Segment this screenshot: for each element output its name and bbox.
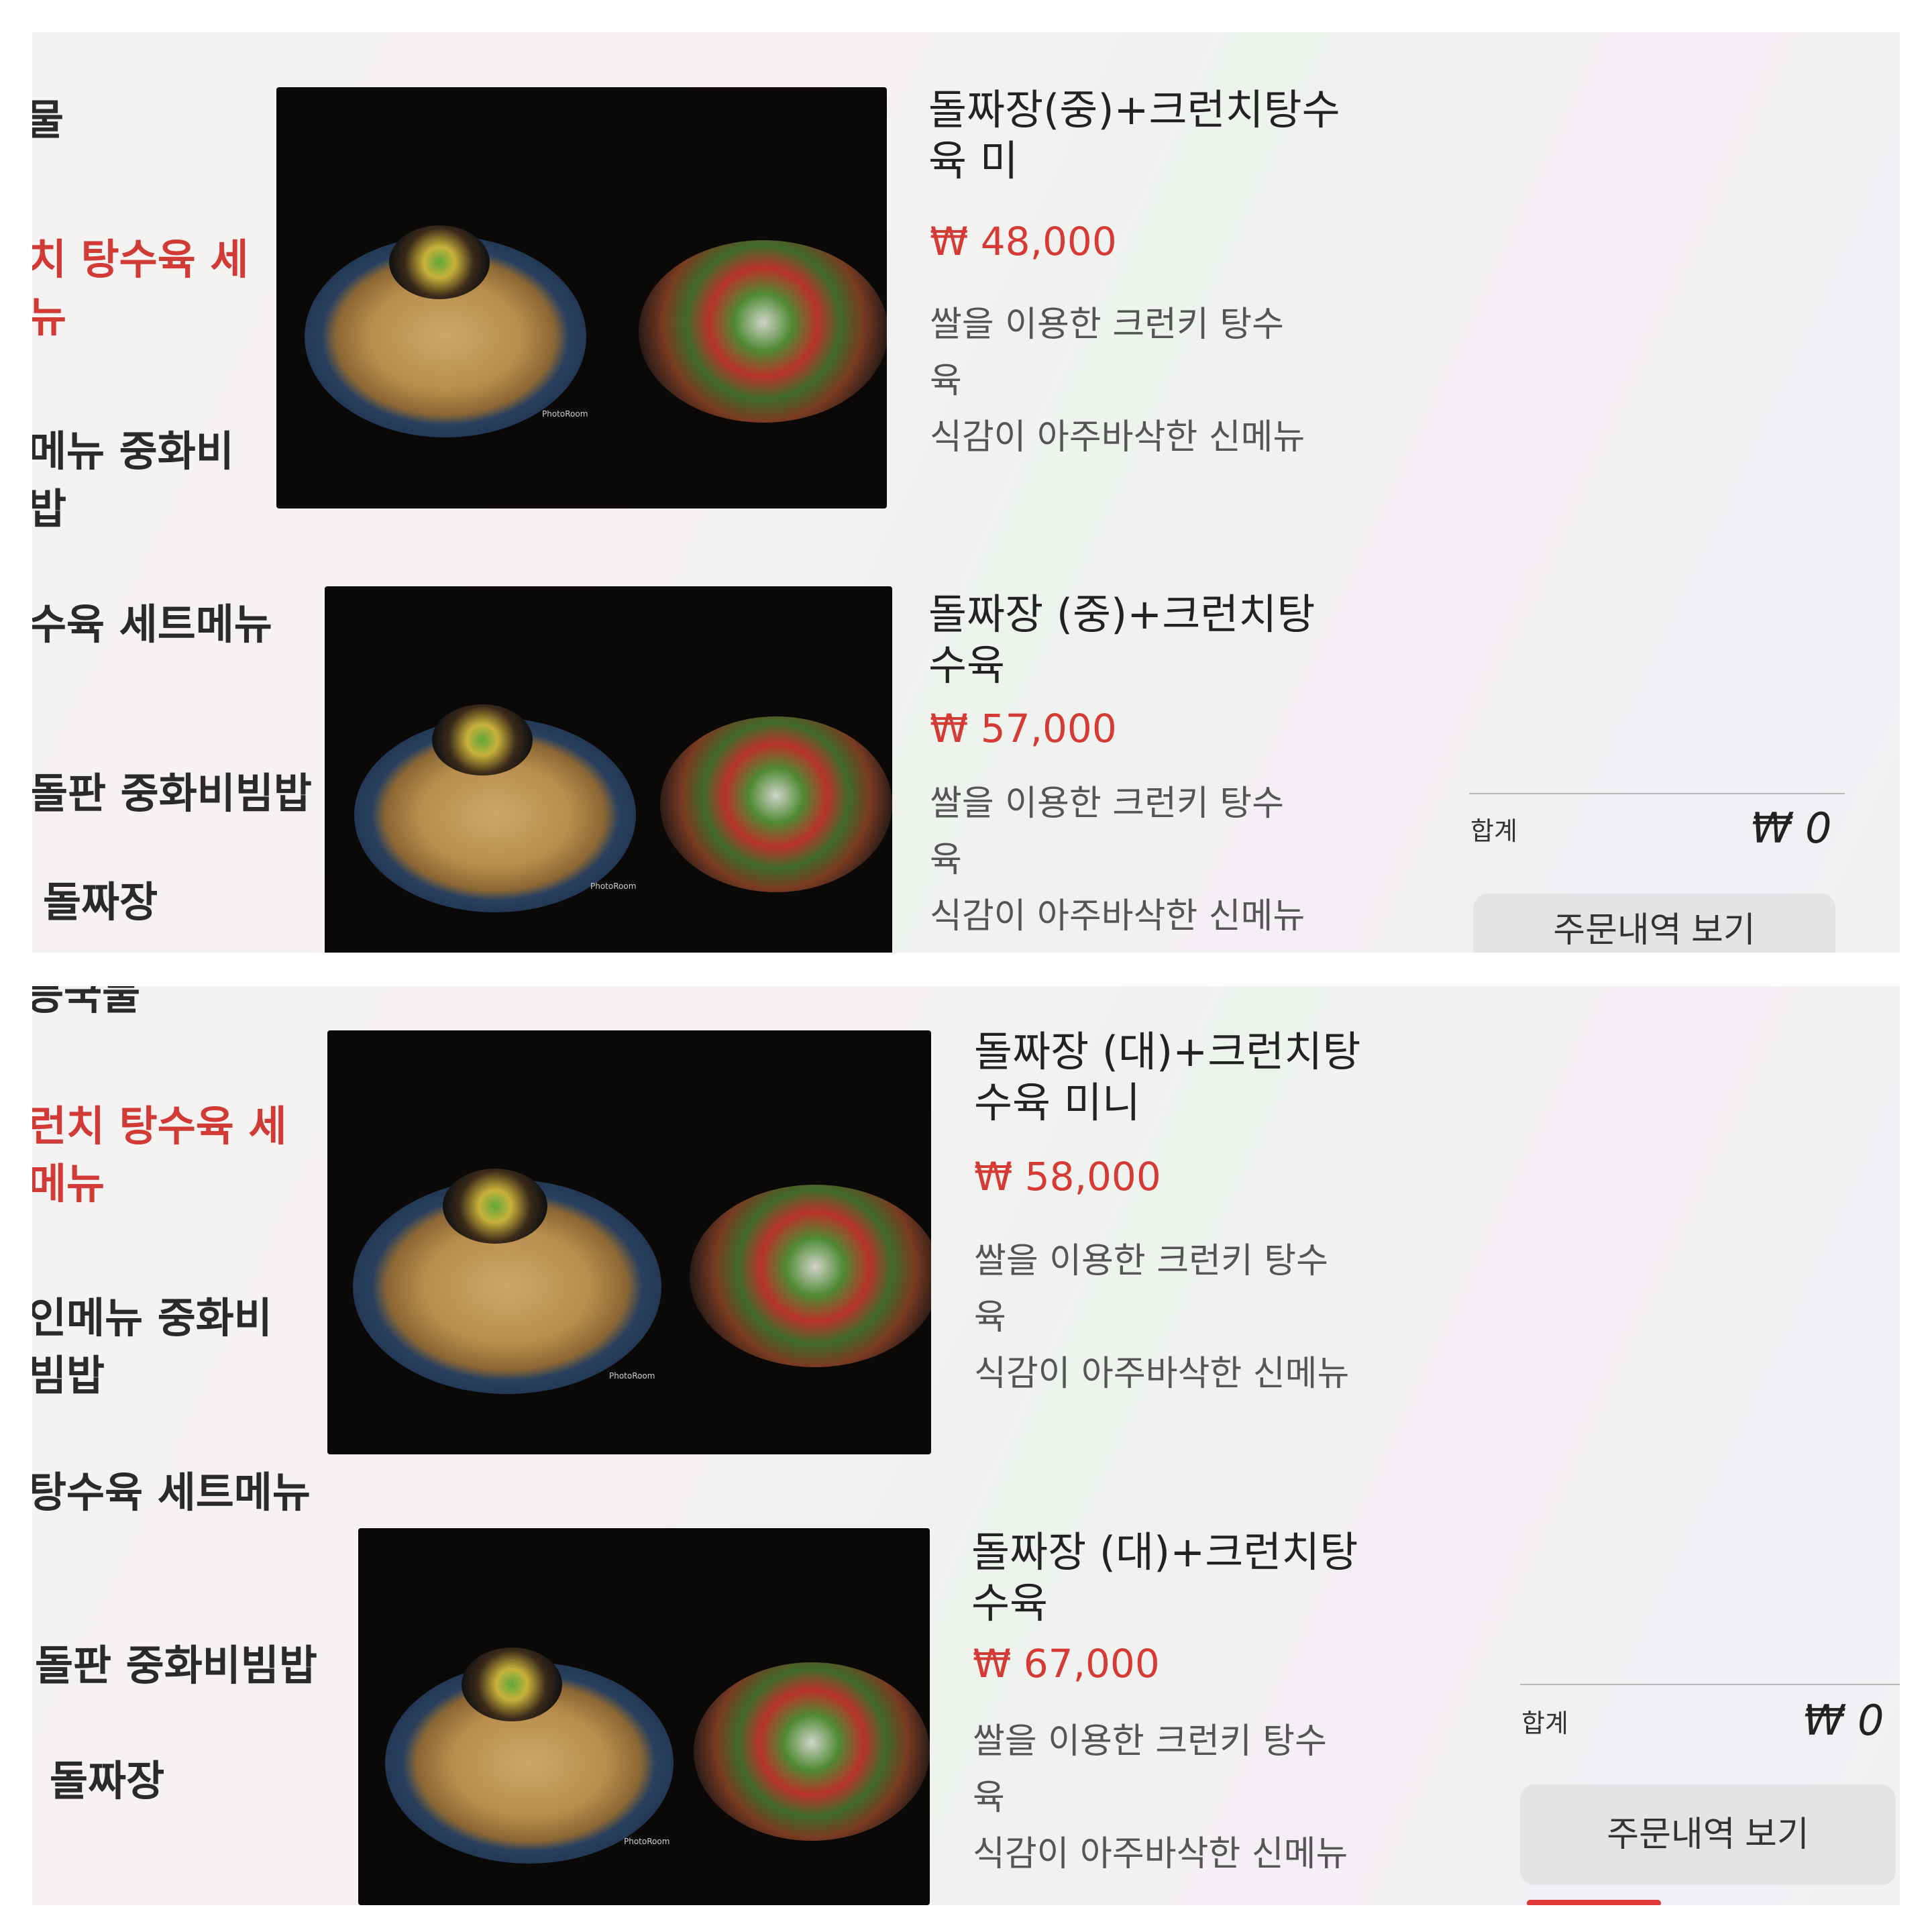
menu-item-name: 돌짜장 (중)+크런치탕 수육 [928, 590, 1316, 690]
menu-item-description: 쌀을 이용한 크런키 탕수 육 식감이 아주바삭한 신메뉴 [973, 1721, 1348, 1874]
jjajang-plate [660, 716, 892, 892]
jjajang-plate [690, 1185, 931, 1367]
menu-item-price: ₩ 58,000 [974, 1154, 1161, 1199]
summary-divider [1469, 793, 1845, 794]
image-watermark: PhotoRoom [609, 1371, 655, 1381]
category-item[interactable]: 돌판 중화비빔밥 [32, 765, 312, 822]
total-label: 합계 [1521, 1709, 1568, 1738]
jjajang-plate [639, 240, 887, 423]
category-item[interactable]: 탕수육 세트메뉴 [32, 1464, 311, 1521]
menu-item-price: ₩ 48,000 [930, 219, 1117, 264]
summary-divider [1520, 1684, 1900, 1685]
menu-item-price: ₩ 57,000 [930, 706, 1117, 751]
menu-item-price: ₩ 67,000 [973, 1641, 1160, 1686]
category-item-active[interactable]: 치 탕수육 세 뉴 [32, 231, 248, 346]
total-value: ₩ 0 [1751, 804, 1832, 853]
menu-item-description: 쌀을 이용한 크런키 탕수 육 식감이 아주바삭한 신메뉴 [930, 784, 1305, 936]
total-value: ₩ 0 [1803, 1696, 1884, 1745]
next-button-edge[interactable] [1527, 1900, 1661, 1905]
category-item[interactable]: 인메뉴 중화비 빔밥 [32, 1289, 272, 1405]
sauce-bowl [432, 704, 533, 775]
category-item[interactable]: 등국물 [32, 986, 140, 1024]
category-item[interactable]: 돌판 중화비빔밥 [35, 1637, 317, 1695]
total-label: 합계 [1470, 816, 1517, 846]
kiosk-screen-bottom: 등국물 런치 탕수육 세 메뉴 인메뉴 중화비 빔밥 탕수육 세트메뉴 돌판 중… [32, 986, 1900, 1905]
menu-item-image[interactable]: PhotoRoom [325, 586, 892, 953]
sauce-bowl [462, 1648, 562, 1721]
menu-item-image[interactable]: PhotoRoom [327, 1030, 931, 1454]
kiosk-screen-top: 물 치 탕수육 세 뉴 메뉴 중화비 밥 수육 세트메뉴 돌판 중화비빔밥 돌짜… [32, 32, 1900, 953]
menu-item-name: 돌짜장 (대)+크런치탕 수육 미니 [974, 1027, 1361, 1127]
image-watermark: PhotoRoom [624, 1837, 670, 1846]
view-order-button[interactable]: 주문내역 보기 [1473, 894, 1835, 953]
jjajang-plate [694, 1662, 930, 1841]
category-item[interactable]: 돌짜장 [50, 1752, 164, 1810]
sauce-bowl [389, 225, 490, 299]
menu-item-name: 돌짜장 (대)+크런치탕 수육 [971, 1527, 1358, 1627]
menu-item-name: 돌짜장(중)+크런치탕수 육 미 [928, 85, 1340, 185]
category-item[interactable]: 물 [32, 91, 64, 149]
sauce-bowl [443, 1169, 547, 1244]
view-order-button[interactable]: 주문내역 보기 [1520, 1784, 1896, 1885]
category-item[interactable]: 메뉴 중화비 밥 [32, 423, 234, 538]
category-item[interactable]: 돌짜장 [43, 873, 158, 931]
menu-item-description: 쌀을 이용한 크런키 탕수 육 식감이 아주바삭한 신메뉴 [974, 1241, 1350, 1394]
image-watermark: PhotoRoom [542, 409, 588, 419]
menu-item-description: 쌀을 이용한 크런키 탕수 육 식감이 아주바삭한 신메뉴 [930, 305, 1305, 458]
menu-item-image[interactable]: PhotoRoom [276, 87, 887, 508]
category-item-active[interactable]: 런치 탕수육 세 메뉴 [32, 1097, 286, 1213]
menu-item-image[interactable]: PhotoRoom [358, 1528, 930, 1905]
category-item[interactable]: 수육 세트메뉴 [32, 596, 272, 653]
image-watermark: PhotoRoom [590, 881, 637, 891]
